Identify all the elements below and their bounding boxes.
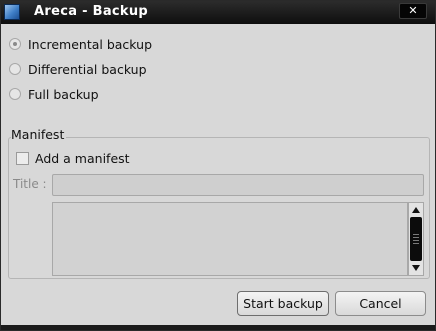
- scroll-down-arrow-icon[interactable]: [412, 265, 420, 271]
- radio-label-incremental: Incremental backup: [28, 36, 153, 52]
- close-button[interactable]: ✕: [399, 3, 427, 19]
- manifest-title-input[interactable]: [52, 174, 424, 196]
- scroll-grip-line: [413, 243, 419, 244]
- cancel-button[interactable]: Cancel: [335, 291, 426, 316]
- description-scrollbar[interactable]: [408, 202, 424, 276]
- manifest-group-title: Manifest: [11, 127, 67, 142]
- window-bottom-edge: [1, 325, 435, 330]
- title-bar[interactable]: Areca - Backup ✕: [1, 1, 435, 24]
- radio-label-full: Full backup: [28, 86, 99, 102]
- radio-button[interactable]: [9, 88, 21, 100]
- manifest-title-label: Title :: [13, 177, 47, 191]
- add-manifest-option[interactable]: Add a manifest: [16, 149, 130, 167]
- add-manifest-checkbox[interactable]: [16, 151, 29, 165]
- scroll-thumb[interactable]: [410, 217, 422, 261]
- add-manifest-label: Add a manifest: [35, 150, 130, 166]
- scroll-up-arrow-icon[interactable]: [412, 207, 420, 213]
- manifest-description-textarea[interactable]: [52, 202, 408, 276]
- scroll-grip-line: [413, 240, 419, 241]
- backup-dialog: Areca - Backup ✕ Incremental backup Diff…: [0, 0, 436, 331]
- start-backup-button[interactable]: Start backup: [237, 291, 329, 316]
- window-title: Areca - Backup: [34, 4, 149, 19]
- radio-differential[interactable]: Differential backup: [9, 60, 147, 78]
- scroll-grip-line: [413, 234, 419, 235]
- radio-full[interactable]: Full backup: [9, 85, 99, 103]
- app-icon: [4, 4, 20, 20]
- radio-button[interactable]: [9, 63, 21, 75]
- scroll-grip-line: [413, 237, 419, 238]
- radio-incremental[interactable]: Incremental backup: [9, 35, 152, 53]
- radio-label-differential: Differential backup: [28, 61, 147, 77]
- radio-button-selected[interactable]: [9, 38, 21, 50]
- close-icon: ✕: [408, 4, 418, 17]
